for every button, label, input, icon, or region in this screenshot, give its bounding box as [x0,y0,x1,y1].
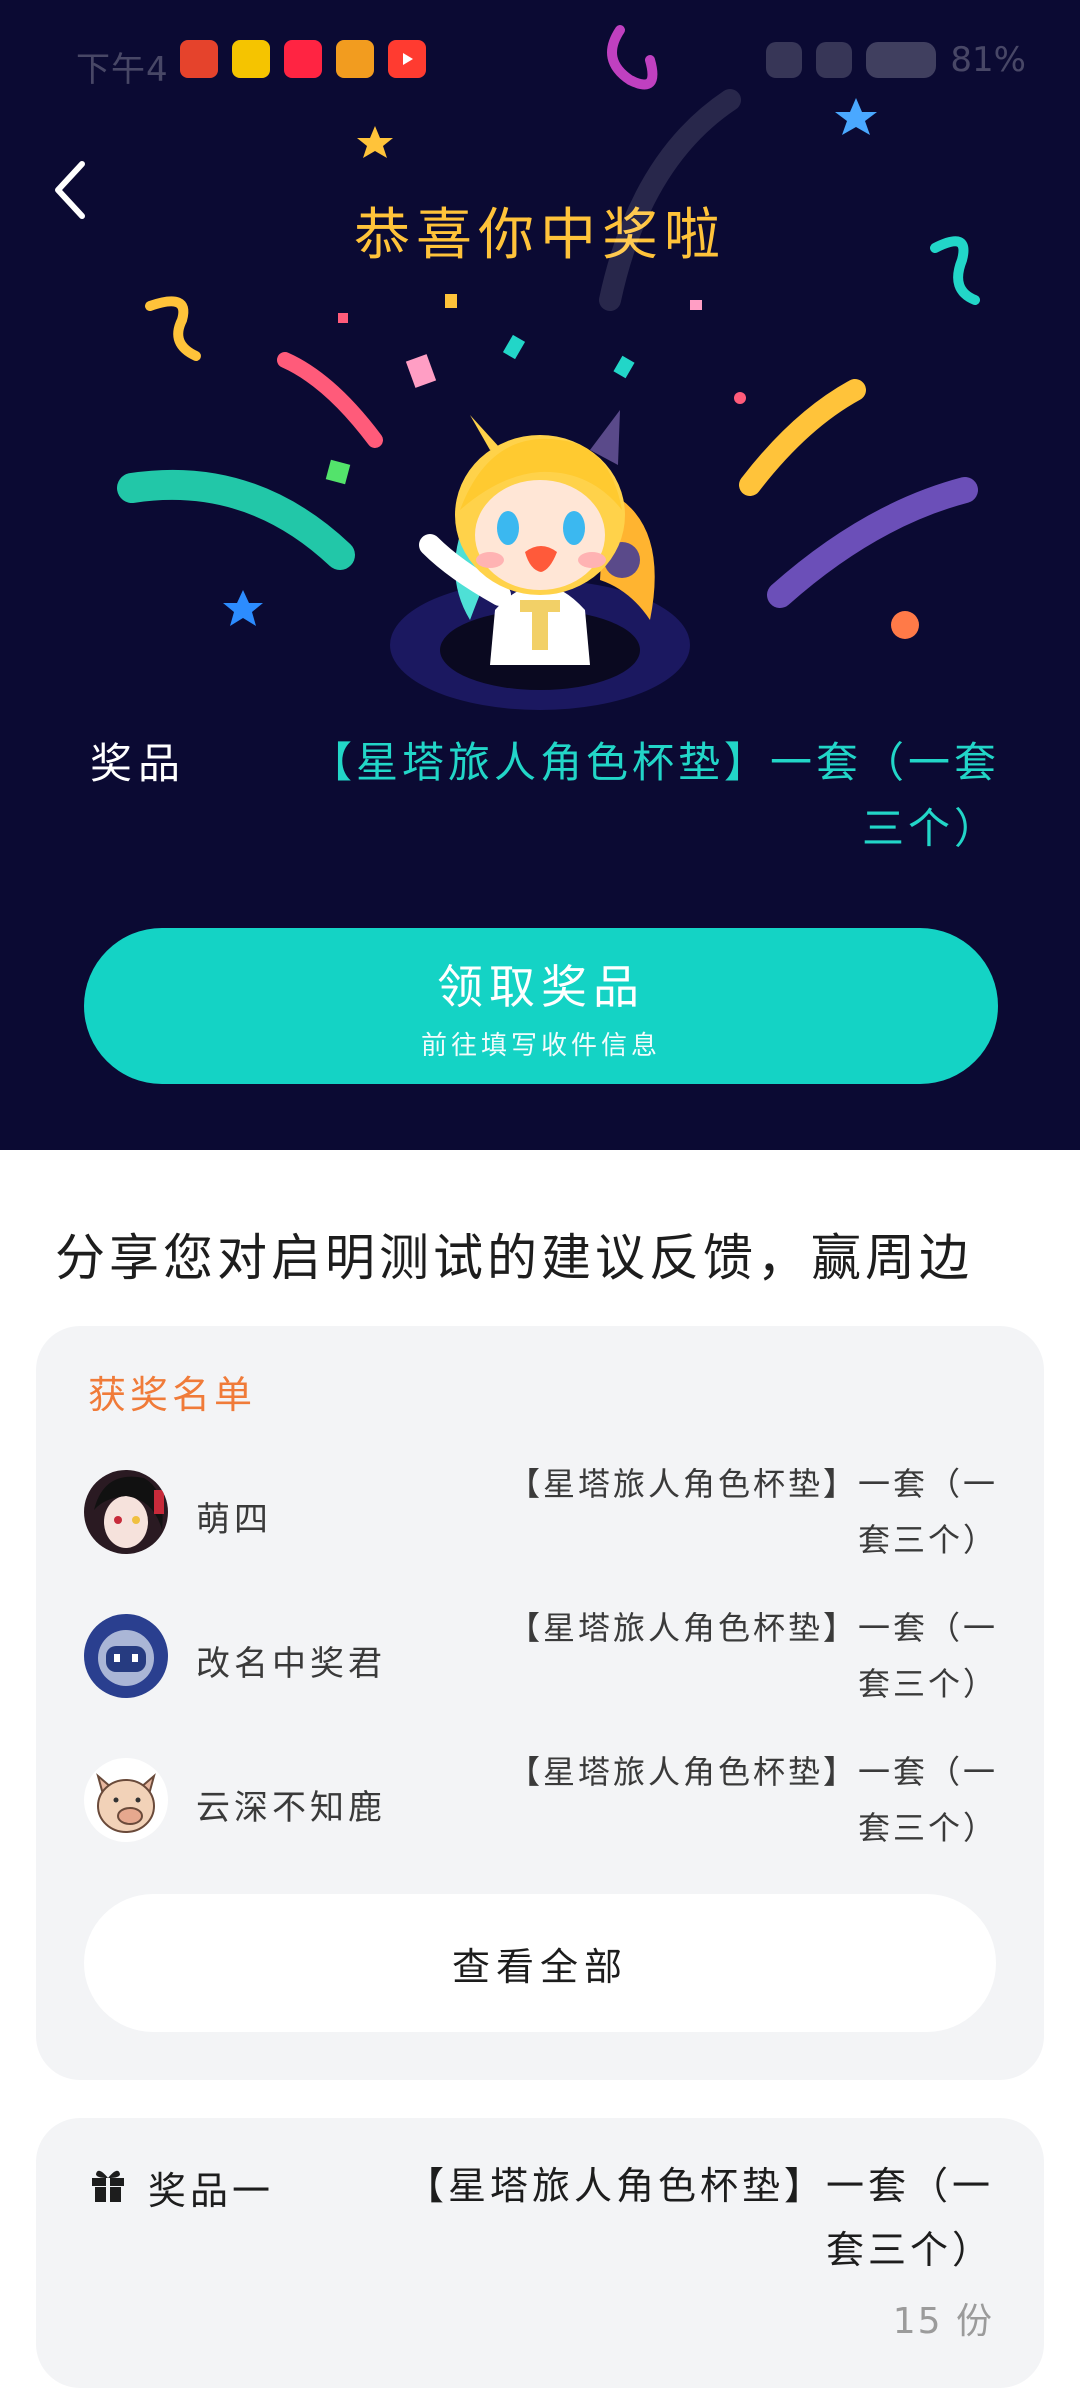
winner-name: 萌四 [196,1500,272,1540]
prize-name: 【星塔旅人角色杯垫】一套（一套三个） [309,738,1000,853]
avatar [84,1470,168,1554]
prize-card-name: 【星塔旅人角色杯垫】一套（一套三个） [405,2164,994,2272]
mascot-illustration [390,410,690,710]
claim-prize-button[interactable]: 领取奖品 前往填写收件信息 [84,928,998,1084]
claim-button-label: 领取奖品 [437,959,645,1014]
prize-detail-card: 奖品一 【星塔旅人角色杯垫】一套（一套三个） 15 份 [36,2118,1044,2388]
avatar [84,1758,168,1842]
prize-hero: 下午4 81% 恭喜你中奖啦 奖品 【星塔旅人角色杯垫】一套（一套三个） 领取奖… [0,0,1080,1150]
winners-card: 获奖名单 萌四 【星塔旅人角色杯垫】一套（一套三个） 改名中奖君 【星塔旅人角色… [36,1326,1044,2080]
view-all-button[interactable]: 查看全部 [84,1894,996,2032]
winner-row: 萌四 【星塔旅人角色杯垫】一套（一套三个） [84,1456,1004,1576]
winner-prize: 【星塔旅人角色杯垫】一套（一套三个） [507,1465,998,1559]
prize-card-label: 奖品一 [148,2169,275,2213]
winner-row: 改名中奖君 【星塔旅人角色杯垫】一套（一套三个） [84,1600,1004,1720]
winner-name: 改名中奖君 [196,1644,386,1684]
winner-row: 云深不知鹿 【星塔旅人角色杯垫】一套（一套三个） [84,1744,1004,1864]
winners-title: 获奖名单 [88,1373,257,1417]
avatar [84,1614,168,1698]
winner-prize: 【星塔旅人角色杯垫】一套（一套三个） [507,1753,998,1847]
winner-name: 云深不知鹿 [196,1788,386,1828]
winner-prize: 【星塔旅人角色杯垫】一套（一套三个） [507,1609,998,1703]
gift-icon [92,2170,124,2202]
prize-quantity: 15 份 [892,2301,994,2342]
prize-label: 奖品 [90,739,187,788]
claim-button-sublabel: 前往填写收件信息 [420,1030,661,1061]
activity-heading: 分享您对启明测试的建议反馈，赢周边 [55,1229,973,1287]
